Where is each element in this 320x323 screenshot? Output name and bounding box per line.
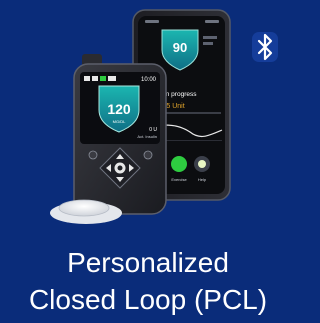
product-caption: Personalized Closed Loop (PCL) (0, 244, 296, 318)
pump-glucose-value: 120 (107, 101, 131, 117)
product-hero-illustration: 90 r bolus in progress 0 of 0.75 Unit Ex… (50, 9, 278, 224)
insulin-pump: 10:00 120 MG/DL 0 U Act. Insulin (73, 54, 167, 215)
bluetooth-icon (252, 32, 278, 62)
pump-iob-label: Act. Insulin (137, 134, 157, 139)
exercise-button-label: Exercise (171, 177, 187, 182)
caption-line-2: Closed Loop (PCL) (28, 284, 268, 315)
pump-glucose-unit: MG/DL (113, 119, 126, 124)
caption-line-1: Personalized (67, 247, 229, 278)
help-button-label: Help (198, 177, 207, 182)
pump-iob-value: 0 U (149, 127, 157, 133)
exercise-button[interactable] (171, 156, 187, 172)
phone-glucose-value: 90 (173, 40, 187, 55)
bolus-icon[interactable] (143, 150, 153, 160)
pump-time: 10:00 (141, 77, 157, 83)
back-icon[interactable] (88, 150, 98, 160)
